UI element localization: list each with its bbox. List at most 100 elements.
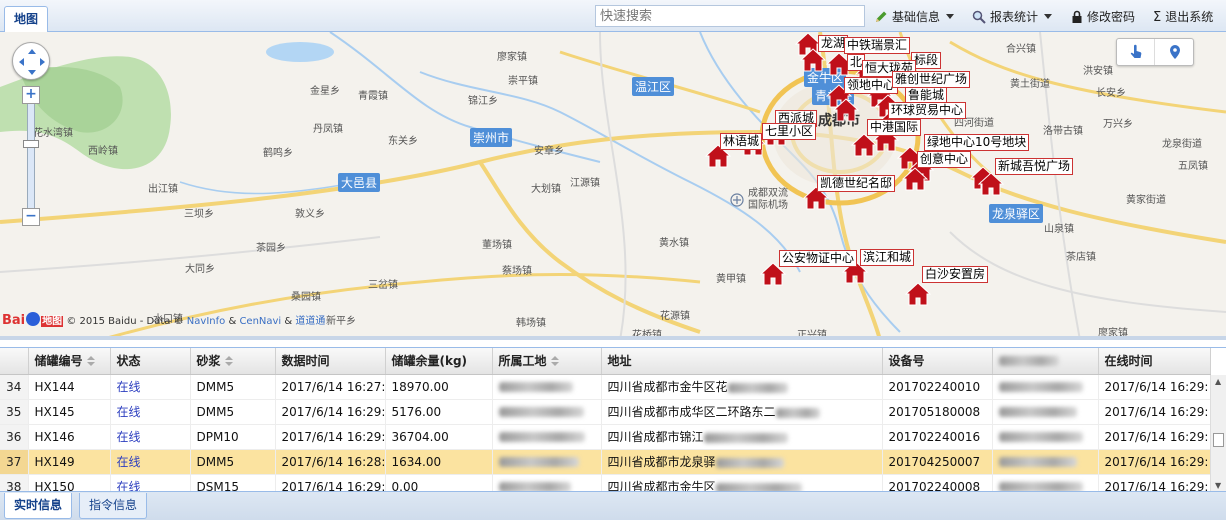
place-label: 出江镇	[148, 184, 178, 195]
column-header-site[interactable]: 所属工地	[492, 348, 602, 375]
copyright-text: © 2015 Baidu - Data ©	[66, 316, 184, 327]
marker-label[interactable]: 环球贸易中心	[888, 102, 967, 119]
marker-label[interactable]: 中港国际	[867, 119, 922, 136]
marker-label[interactable]: 凯德世纪名邸	[817, 175, 896, 192]
redacted-text	[703, 432, 788, 443]
mortar-cell: DSM15	[190, 474, 276, 491]
navinfo-link[interactable]: NavInfo	[187, 316, 225, 327]
status-link[interactable]: 在线	[117, 380, 141, 394]
status-link[interactable]: 在线	[117, 405, 141, 419]
data-time-cell: 2017/6/14 16:27:1	[275, 374, 386, 400]
scroll-up-arrow[interactable]: ▲	[1215, 377, 1221, 386]
marker-label[interactable]: 公安物证中心	[779, 250, 858, 267]
report-stats-menu[interactable]: 报表统计	[972, 7, 1053, 27]
zoom-in-button[interactable]: +	[22, 86, 40, 104]
district-label: 崇州市	[470, 128, 513, 147]
tab-map[interactable]: 地图	[4, 6, 48, 32]
map-locate-button[interactable]	[1156, 39, 1194, 65]
sort-icon	[86, 356, 95, 367]
marker-label[interactable]: 雅创世纪广场	[892, 71, 971, 88]
logout-label: 退出系统	[1165, 10, 1214, 24]
map-pan-control[interactable]	[12, 42, 50, 80]
place-label: 合兴镇	[1006, 44, 1036, 55]
column-header-address[interactable]: 地址	[601, 348, 883, 375]
row-number: 35	[0, 399, 29, 425]
column-header-data-time[interactable]: 数据时间	[275, 348, 386, 375]
hand-pointer-icon	[1130, 44, 1141, 58]
zoom-slider[interactable]	[23, 104, 39, 208]
site-cell	[492, 399, 602, 425]
house-marker-icon[interactable]	[901, 167, 929, 191]
redacted-cell	[992, 374, 1099, 400]
scroll-down-arrow[interactable]: ▼	[1215, 481, 1221, 490]
logout-button[interactable]: Σ 退出系统	[1153, 7, 1213, 27]
online-time-cell: 2017/6/14 16:29:	[1098, 399, 1211, 425]
zoom-out-button[interactable]: −	[22, 208, 40, 226]
house-marker-icon[interactable]	[977, 172, 1005, 196]
quick-search-input[interactable]	[595, 5, 865, 27]
marker-label[interactable]: 林语城	[720, 133, 763, 150]
column-header-online-time[interactable]: 在线时间	[1098, 348, 1211, 375]
cennavi-link[interactable]: CenNavi	[239, 316, 281, 327]
column-header-device[interactable]: 设备号	[882, 348, 993, 375]
column-header-label: 状态	[116, 354, 141, 369]
map-select-button[interactable]	[1117, 39, 1155, 65]
column-header-tank-id[interactable]: 储罐编号	[28, 348, 111, 375]
marker-label[interactable]: 中铁瑞景汇	[844, 37, 911, 54]
column-header-redacted[interactable]	[992, 348, 1099, 375]
place-label: 茶店镇	[1066, 252, 1096, 263]
baidu-paw-icon	[26, 312, 41, 326]
house-marker-icon[interactable]	[904, 282, 932, 306]
tab-command-info[interactable]: 指令信息	[79, 493, 148, 519]
table-row[interactable]: 38 HX150 在线 DSM15 2017/6/14 16:29:0 0.00 四川省成都…	[0, 474, 1211, 491]
marker-label[interactable]: 绿地中心10号地块	[924, 134, 1030, 151]
data-time-cell: 2017/6/14 16:29:1	[275, 424, 386, 450]
table-row[interactable]: 34 HX144 在线 DMM5 2017/6/14 16:27:1 18970.00 四川…	[0, 374, 1211, 400]
address-cell: 四川省成都市成华区二环路东二	[601, 399, 883, 425]
scrollbar-thumb[interactable]	[1213, 433, 1224, 447]
table-row[interactable]: 36 HX146 在线 DPM10 2017/6/14 16:29:1 36704.00 四…	[0, 424, 1211, 450]
status-cell: 在线	[110, 374, 191, 400]
place-label: 鹤鸣乡	[263, 148, 293, 159]
chevron-down-icon	[1044, 14, 1053, 19]
column-header-amount[interactable]: 储罐余量(kg)	[385, 348, 493, 375]
sort-icon	[224, 356, 233, 367]
top-toolbar: 地图 基础信息 报表统计 修改密码 Σ退出系统	[0, 0, 1226, 32]
status-link[interactable]: 在线	[117, 455, 141, 469]
marker-label[interactable]: 领地中心	[844, 77, 899, 94]
marker-label[interactable]: 滨江和城	[860, 249, 915, 266]
column-header-label: 砂浆	[196, 354, 221, 369]
marker-label[interactable]: 七里小区	[762, 123, 817, 140]
tab-realtime-info[interactable]: 实时信息	[4, 493, 73, 519]
amount-cell: 18970.00	[385, 374, 493, 400]
place-label: 敦义乡	[295, 209, 325, 220]
row-number: 37	[0, 449, 29, 475]
marker-label[interactable]: 白沙安置房	[922, 266, 989, 283]
grid-vertical-scrollbar[interactable]: ▲ ▼	[1210, 375, 1226, 491]
status-link[interactable]: 在线	[117, 480, 141, 491]
zoom-slider-handle[interactable]	[23, 140, 39, 148]
marker-label[interactable]: 新城吾悦广场	[995, 158, 1074, 175]
chevron-down-icon	[946, 14, 955, 19]
redacted-text	[998, 407, 1077, 417]
column-header-mortar[interactable]: 砂浆	[190, 348, 276, 375]
table-row[interactable]: 37 HX149 在线 DMM5 2017/6/14 16:28:1 1634.00 四川省…	[0, 449, 1211, 475]
table-row[interactable]: 35 HX145 在线 DMM5 2017/6/14 16:29:0 5176.00 四川省…	[0, 399, 1211, 425]
redacted-text	[998, 356, 1059, 367]
map-panel[interactable]: 廖家镇 崇平镇 金星乡 青霞镇 锦江乡 丹凤镇 东关乡 花水湾镇 西岭镇 鹤鸣乡…	[0, 32, 1226, 340]
amount-cell: 1634.00	[385, 449, 493, 475]
marker-label[interactable]: 创意中心	[917, 151, 972, 168]
basic-info-menu[interactable]: 基础信息	[874, 7, 955, 27]
place-label: 五凤镇	[1178, 161, 1208, 172]
house-marker-icon[interactable]	[832, 98, 860, 122]
status-link[interactable]: 在线	[117, 430, 141, 444]
address-cell: 四川省成都市金牛区	[601, 474, 883, 491]
site-cell	[492, 374, 602, 400]
map-copyright: Bai 地图 © 2015 Baidu - Data © NavInfo & Ce…	[2, 312, 325, 334]
daodaotong-link[interactable]: 道道通	[295, 316, 325, 327]
place-label: 崇平镇	[508, 76, 538, 87]
status-cell: 在线	[110, 449, 191, 475]
map-zoom-control: + −	[22, 86, 42, 226]
column-header-status[interactable]: 状态	[110, 348, 191, 375]
change-password-button[interactable]: 修改密码	[1071, 7, 1135, 27]
